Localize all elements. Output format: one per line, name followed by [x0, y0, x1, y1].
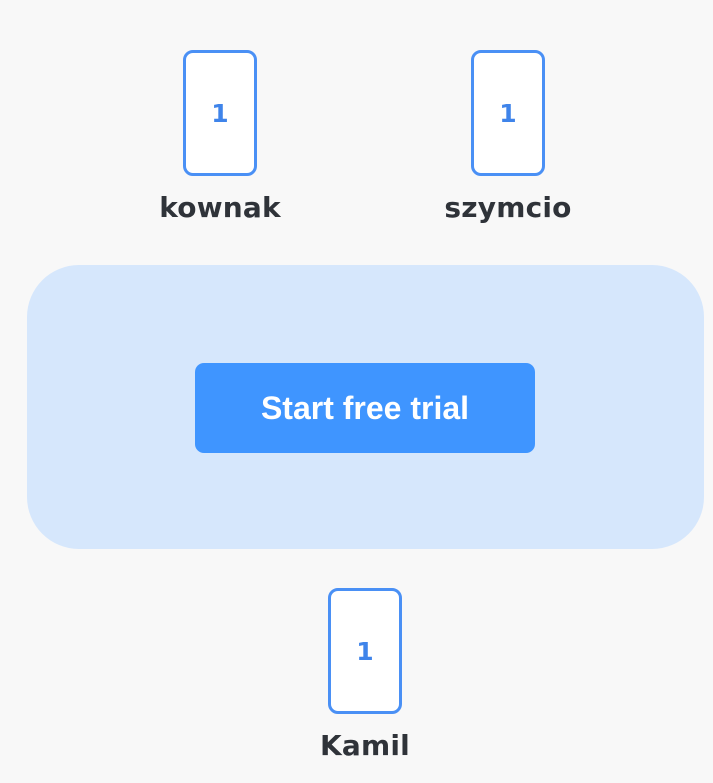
player-kamil: 1 Kamil [265, 588, 465, 778]
player-name: Kamil [320, 729, 410, 762]
card-value: 1 [211, 98, 229, 128]
player-szymcio: 1 szymcio [408, 50, 608, 240]
start-free-trial-button[interactable]: Start free trial [195, 363, 535, 453]
player-name: szymcio [444, 191, 572, 224]
player-card: 1 [328, 588, 402, 714]
planning-poker-room: 1 kownak 1 szymcio Start free trial 1 Ka… [0, 0, 713, 783]
card-value: 1 [356, 636, 374, 666]
card-value: 1 [499, 98, 517, 128]
player-kownak: 1 kownak [120, 50, 320, 240]
player-name: kownak [159, 191, 281, 224]
player-card: 1 [183, 50, 257, 176]
player-card: 1 [471, 50, 545, 176]
table-area: Start free trial [27, 265, 704, 549]
